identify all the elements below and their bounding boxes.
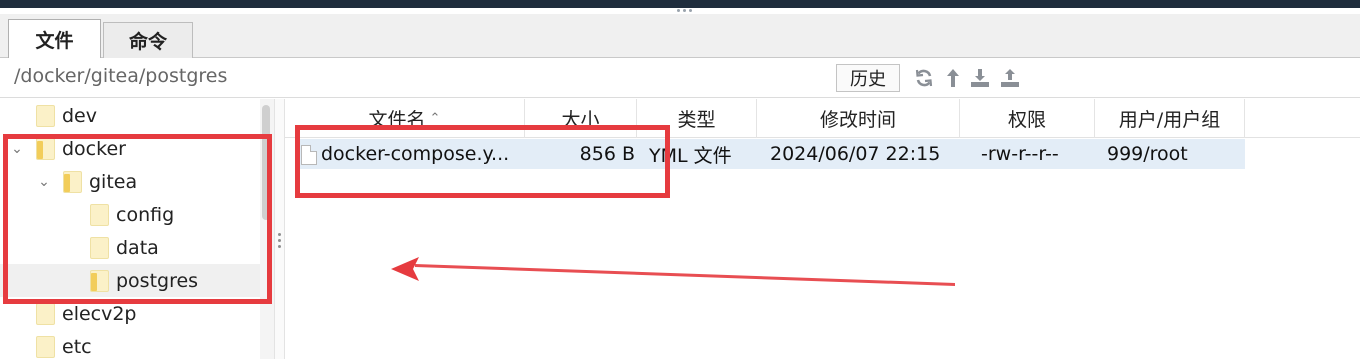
tab-files[interactable]: 文件: [8, 19, 101, 59]
column-header-modified[interactable]: 修改时间: [757, 99, 960, 138]
path-bar: /docker/gitea/postgres 历史: [0, 58, 1360, 98]
tree-item-label: elecv2p: [62, 302, 137, 325]
upload-icon[interactable]: [999, 66, 1021, 90]
file-modified: 2024/06/07 22:15: [770, 143, 941, 165]
column-header-label: 权限: [1007, 109, 1046, 131]
annotation-arrow: [391, 257, 955, 286]
tree-item-etc[interactable]: etc: [0, 330, 260, 359]
column-header-label: 修改时间: [819, 109, 896, 131]
tab-commands[interactable]: 命令: [103, 22, 193, 58]
up-arrow-icon[interactable]: [942, 66, 964, 90]
pane-splitter[interactable]: [274, 99, 285, 359]
folder-icon: [36, 104, 55, 127]
tree-item-dev[interactable]: dev: [0, 99, 260, 132]
highlight-box-file: [295, 125, 670, 198]
folder-icon: [36, 335, 55, 358]
tab-strip: 文件 命令: [0, 14, 1360, 59]
column-header-owner[interactable]: 用户/用户组: [1095, 99, 1245, 138]
column-header-label: 用户/用户组: [1118, 109, 1221, 131]
file-permissions: -rw-r--r--: [981, 143, 1059, 165]
column-header-permissions[interactable]: 权限: [960, 99, 1095, 138]
highlight-box-tree: [3, 134, 272, 304]
tree-item-label: etc: [62, 335, 92, 358]
tree-item-label: dev: [62, 104, 97, 127]
column-header-label: 类型: [677, 109, 716, 131]
folder-icon: [36, 302, 55, 325]
path-input[interactable]: /docker/gitea/postgres: [14, 65, 227, 87]
history-button[interactable]: 历史: [836, 64, 900, 92]
file-owner: 999/root: [1107, 143, 1188, 165]
sort-ascending-icon: ⌃: [429, 111, 441, 126]
refresh-icon[interactable]: [913, 66, 935, 90]
window-top-bar: [0, 0, 1360, 8]
download-icon[interactable]: [969, 66, 991, 90]
